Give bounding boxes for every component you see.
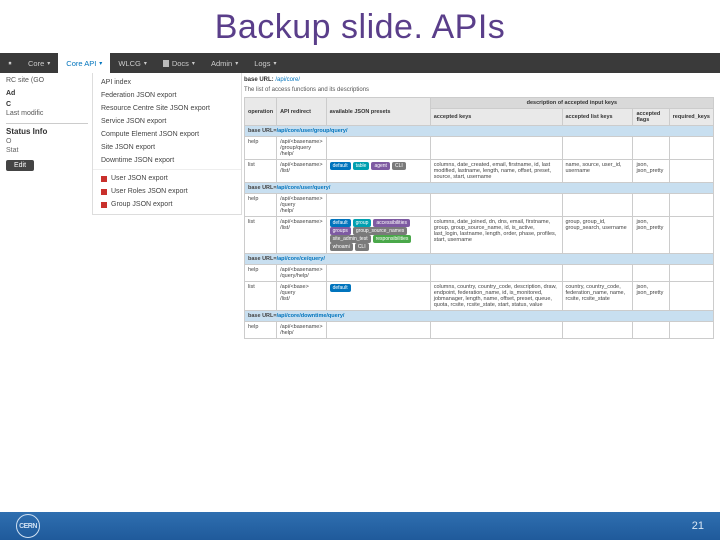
sidebar-status-b: Stat (6, 147, 88, 154)
col-required-keys: required_keys (669, 109, 713, 126)
left-sidebar: RC site (GO Ad C Last modific Status Inf… (0, 73, 92, 215)
preset-badge[interactable]: CLI (392, 162, 406, 170)
sidebar-status-title: Status Info (6, 123, 88, 136)
preset-badge[interactable]: group (353, 219, 372, 227)
chevron-down-icon: ▾ (273, 60, 276, 67)
preset-badge[interactable]: CLI (355, 243, 369, 251)
doc-icon (163, 60, 169, 67)
col-accepted-keys: accepted keys (430, 109, 562, 126)
sidebar-line-rc: RC site (GO (6, 77, 88, 84)
table-row: list/api/<basename> /list/defaultgroupac… (245, 217, 714, 254)
dropdown-item[interactable]: Downtime JSON export (93, 154, 241, 167)
sidebar-last-mod: Last modific (6, 110, 88, 117)
col-presets: available JSON presets (326, 98, 430, 126)
section-base-url: base URL=/api/core/user/group/query/ (245, 126, 714, 137)
nav-item-logs[interactable]: Logs▾ (246, 53, 284, 73)
dropdown-item[interactable]: Site JSON export (93, 141, 241, 154)
intro-text: The list of access functions and its des… (244, 87, 714, 93)
page-number: 21 (692, 520, 704, 532)
preset-badge[interactable]: whoami (330, 243, 353, 251)
preset-badge[interactable]: groups (330, 227, 351, 235)
section-link[interactable]: /api/core/user/group/query/ (277, 128, 348, 134)
chevron-down-icon: ▾ (99, 60, 102, 67)
user-icon (101, 189, 107, 195)
table-row: help/api/<basename> /query/help/ (245, 265, 714, 282)
preset-badge[interactable]: site_admin_test (330, 235, 371, 243)
nav-item-admin[interactable]: Admin▾ (203, 53, 246, 73)
nav-item-core-api[interactable]: Core API▾ (58, 53, 110, 73)
preset-badge[interactable]: default (330, 284, 351, 292)
table-row: help/api/<basename> /query /help/ (245, 194, 714, 217)
nav-item-core[interactable]: Core▾ (20, 53, 58, 73)
core-api-dropdown: API indexFederation JSON exportResource … (92, 73, 242, 215)
sidebar-heading-c: C (6, 101, 88, 108)
col-accepted-list-keys: accepted list keys (562, 109, 633, 126)
edit-button[interactable]: Edit (6, 160, 34, 171)
nav-item-docs[interactable]: Docs▾ (155, 53, 203, 73)
dropdown-item[interactable]: API index (93, 76, 241, 89)
preset-badge[interactable]: default (330, 162, 351, 170)
dropdown-item[interactable]: User Roles JSON export (93, 185, 241, 198)
dropdown-item[interactable]: Resource Centre Site JSON export (93, 102, 241, 115)
col-accepted-flags: accepted flags (633, 109, 669, 126)
base-url-line: base URL: /api/core/ (244, 77, 714, 83)
chevron-down-icon: ▾ (144, 60, 147, 67)
dropdown-item[interactable]: Service JSON export (93, 115, 241, 128)
chevron-down-icon: ▾ (47, 60, 50, 67)
preset-badge[interactable]: agent (371, 162, 390, 170)
user-icon (101, 176, 107, 182)
preset-badge[interactable]: group_source_names (353, 227, 407, 235)
dropdown-item[interactable]: Compute Element JSON export (93, 128, 241, 141)
preset-badge[interactable]: default (330, 219, 351, 227)
home-icon[interactable] (0, 53, 20, 73)
dropdown-item[interactable]: Group JSON export (93, 198, 241, 211)
app-frame: Core▾Core API▾WLCG▾Docs▾Admin▾Logs▾ RC s… (0, 53, 720, 339)
section-base-url: base URL=/api/core/ce/query/ (245, 254, 714, 265)
dropdown-item[interactable]: User JSON export (93, 172, 241, 185)
slide-title: Backup slide. APIs (0, 0, 720, 53)
preset-badge[interactable]: responsibilities (373, 235, 412, 243)
section-link[interactable]: /api/core/user/query/ (277, 185, 331, 191)
top-nav: Core▾Core API▾WLCG▾Docs▾Admin▾Logs▾ (0, 53, 720, 73)
col-redirect: API redirect (277, 98, 327, 126)
user-icon (101, 202, 107, 208)
chevron-down-icon: ▾ (235, 60, 238, 67)
table-row: list/api/<basename> /list/defaulttableag… (245, 160, 714, 183)
col-operation: operation (245, 98, 277, 126)
section-link[interactable]: /api/core/downtime/query/ (277, 313, 345, 319)
api-table: operation API redirect available JSON pr… (244, 97, 714, 339)
dropdown-item[interactable]: Federation JSON export (93, 89, 241, 102)
preset-badge[interactable]: accessibilities (373, 219, 410, 227)
sidebar-status-a: O (6, 138, 88, 145)
nav-item-wlcg[interactable]: WLCG▾ (110, 53, 155, 73)
base-url-link[interactable]: /api/core/ (275, 77, 300, 83)
chevron-down-icon: ▾ (192, 60, 195, 67)
section-base-url: base URL=/api/core/downtime/query/ (245, 311, 714, 322)
table-row: list/api/<base> /query /list/defaultcolu… (245, 282, 714, 311)
col-group: description of accepted input keys (430, 98, 713, 109)
sidebar-heading-ad: Ad (6, 90, 88, 97)
section-link[interactable]: /api/core/ce/query/ (277, 256, 325, 262)
table-row: help/api/<basename> /help/ (245, 322, 714, 339)
table-row: help/api/<basename> /group/query /help/ (245, 137, 714, 160)
cern-logo-icon: CERN (16, 514, 40, 538)
section-base-url: base URL=/api/core/user/query/ (245, 183, 714, 194)
slide-footer: CERN 21 (0, 512, 720, 540)
preset-badge[interactable]: table (353, 162, 370, 170)
main-content: base URL: /api/core/ The list of access … (242, 73, 720, 339)
